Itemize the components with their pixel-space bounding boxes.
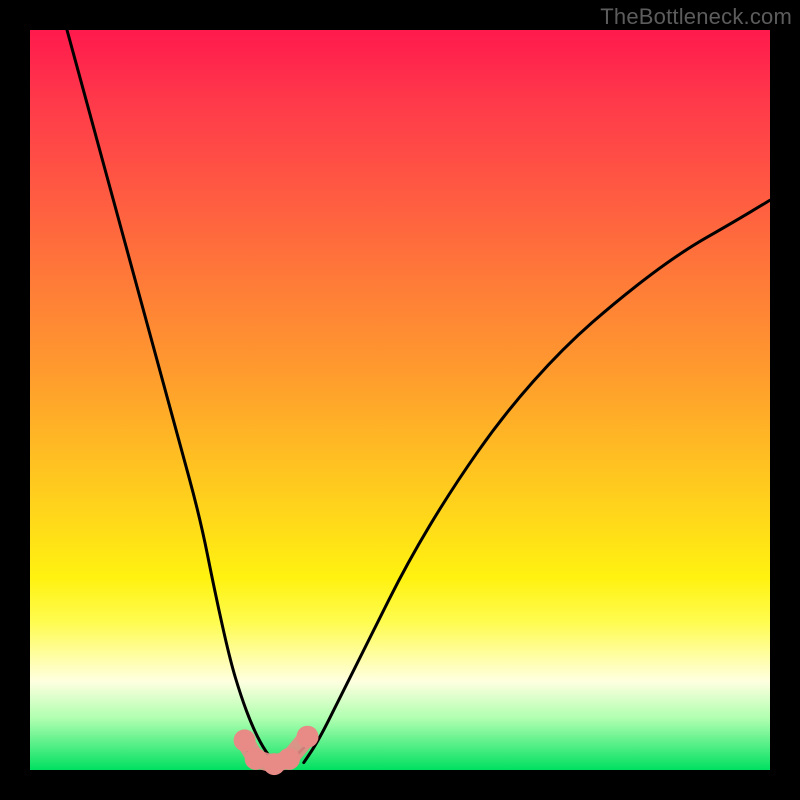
chart-svg <box>30 30 770 770</box>
marker-peak-right-end <box>297 726 319 748</box>
series-right-branch <box>304 200 770 762</box>
marker-peak-left-mid <box>245 748 267 770</box>
marker-peak-left-start <box>234 729 256 751</box>
series-group <box>67 30 770 765</box>
marker-peak-right-mid <box>278 748 300 770</box>
marker-group <box>234 726 319 775</box>
watermark-text: TheBottleneck.com <box>600 4 792 30</box>
chart-plot-area <box>30 30 770 770</box>
series-left-branch <box>67 30 274 763</box>
